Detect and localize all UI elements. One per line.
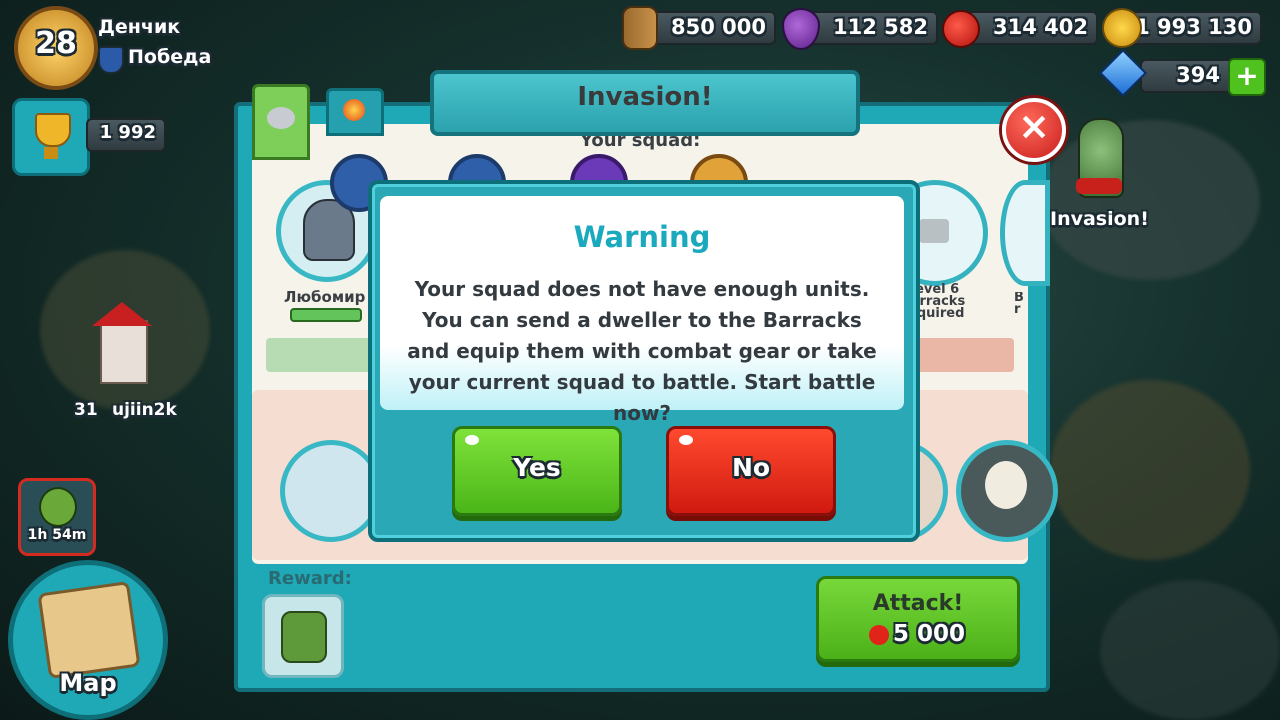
hero-health-bar bbox=[290, 308, 362, 322]
gold-pill: 1 993 130 bbox=[1124, 11, 1262, 45]
player-level: 28 bbox=[35, 26, 77, 61]
attack-label: Attack! bbox=[872, 591, 964, 616]
wood-icon bbox=[622, 6, 658, 50]
close-icon: × bbox=[1018, 104, 1050, 148]
no-button[interactable]: No bbox=[666, 426, 836, 516]
knight-icon bbox=[267, 107, 295, 129]
map-label: Map bbox=[59, 669, 117, 697]
no-label: No bbox=[731, 453, 771, 482]
player-name: Денчик bbox=[98, 16, 181, 38]
right-ribbon bbox=[914, 338, 1014, 372]
player-status: Победа bbox=[128, 46, 212, 68]
locked-slot-2-label: B r bbox=[1014, 292, 1024, 316]
close-button[interactable]: × bbox=[1002, 98, 1066, 162]
enemy-unit-1[interactable] bbox=[280, 440, 382, 542]
fire-tab[interactable] bbox=[326, 88, 384, 136]
gold-value: 1 993 130 bbox=[1135, 15, 1252, 39]
title-banner: Invasion! bbox=[430, 70, 860, 136]
food-pill: 314 402 bbox=[966, 11, 1098, 45]
gold-coin-icon bbox=[1102, 8, 1142, 48]
shield-icon bbox=[98, 46, 124, 74]
yes-button[interactable]: Yes bbox=[452, 426, 622, 516]
panel-title: Invasion! bbox=[577, 82, 713, 112]
skeleton-icon bbox=[985, 461, 1027, 509]
event-timer: 1h 54m bbox=[27, 527, 87, 543]
potion-pill: 112 582 bbox=[806, 11, 938, 45]
player-level-badge[interactable]: 28 bbox=[14, 6, 98, 90]
gems-pill: 394 bbox=[1140, 59, 1236, 93]
orc-reward-icon bbox=[281, 611, 327, 663]
food-value: 314 402 bbox=[993, 15, 1088, 39]
gems-value: 394 bbox=[1176, 63, 1220, 87]
fire-icon bbox=[343, 99, 365, 121]
event-timer-button[interactable]: 1h 54m bbox=[18, 478, 96, 556]
plus-icon[interactable]: + bbox=[1228, 58, 1266, 96]
hero-name: Любомир bbox=[284, 288, 366, 306]
castle-count: 31 bbox=[74, 400, 98, 420]
reward-label: Reward: bbox=[268, 568, 352, 589]
attack-cost: 5 000 bbox=[893, 621, 966, 647]
warning-dialog: Warning Your squad does not have enough … bbox=[368, 180, 920, 542]
knight-tab[interactable] bbox=[252, 84, 310, 160]
left-ribbon bbox=[266, 338, 376, 372]
map-icon bbox=[37, 581, 141, 679]
trophy-icon bbox=[35, 113, 71, 147]
dialog-message: Your squad does not have enough units. Y… bbox=[407, 277, 877, 425]
apple-icon bbox=[942, 10, 980, 48]
trophy-count: 1 992 bbox=[99, 122, 156, 143]
locked-slot-2[interactable] bbox=[1000, 180, 1050, 286]
invasion-marker-label: Invasion! bbox=[1050, 208, 1149, 230]
enemy-unit-3[interactable] bbox=[956, 440, 1058, 542]
trophy-count-pill: 1 992 bbox=[86, 118, 166, 152]
apple-cost-icon bbox=[869, 625, 889, 645]
potion-value: 112 582 bbox=[833, 15, 928, 39]
enemy-castle[interactable] bbox=[92, 290, 152, 390]
wood-value: 850 000 bbox=[671, 15, 766, 39]
dialog-body: Warning Your squad does not have enough … bbox=[380, 196, 904, 425]
yes-label: Yes bbox=[513, 453, 561, 482]
wood-pill: 850 000 bbox=[646, 11, 776, 45]
attack-button[interactable]: Attack! 5 000 bbox=[816, 576, 1020, 662]
goblin-icon bbox=[39, 487, 77, 527]
trophy-button[interactable] bbox=[12, 98, 90, 176]
lock-icon bbox=[919, 219, 949, 243]
dialog-title: Warning bbox=[573, 220, 711, 254]
castle-owner: ujiin2k bbox=[112, 400, 177, 420]
invasion-marker-pedestal bbox=[1076, 178, 1122, 194]
reward-slot[interactable] bbox=[262, 594, 344, 678]
map-button[interactable]: Map bbox=[8, 560, 168, 720]
